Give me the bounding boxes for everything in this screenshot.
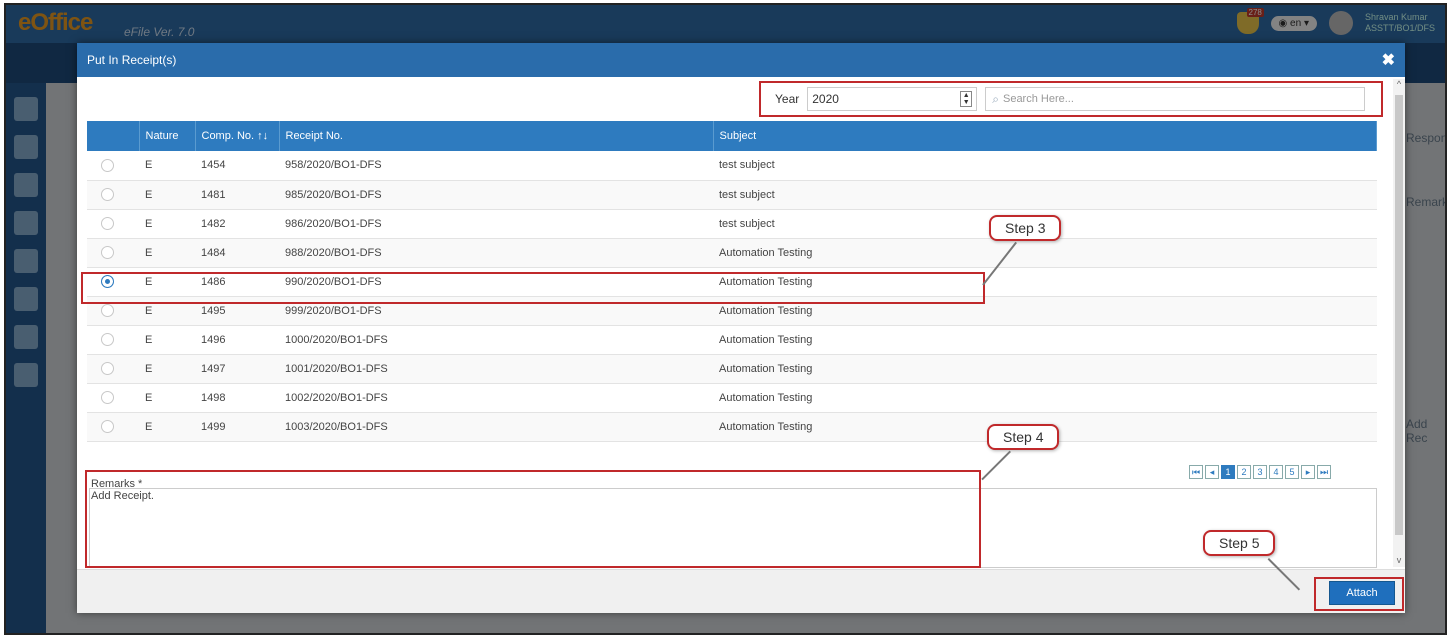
row-radio[interactable] (101, 217, 114, 230)
row-radio[interactable] (101, 158, 114, 172)
cell-subject: Automation Testing (713, 238, 1377, 268)
cell-subject: Automation Testing (713, 354, 1377, 384)
cell-receipt-no: 986/2020/BO1-DFS (279, 209, 713, 239)
col-subject[interactable]: Subject (713, 121, 1377, 151)
search-icon: ⌕ (992, 91, 999, 106)
cell-comp-no: 1484 (195, 238, 279, 268)
row-radio[interactable] (101, 304, 114, 317)
table-row[interactable]: E 1499 1003/2020/BO1-DFS Automation Testing (87, 412, 1377, 442)
cell-receipt-no: 1000/2020/BO1-DFS (279, 325, 713, 355)
table-row[interactable]: E 1496 1000/2020/BO1-DFS Automation Testing (87, 325, 1377, 355)
step3-callout: Step 3 (989, 215, 1062, 241)
cell-select (87, 151, 139, 181)
cell-receipt-no: 985/2020/BO1-DFS (279, 180, 713, 210)
cell-select (87, 180, 139, 210)
row-radio[interactable] (101, 246, 114, 259)
row-radio[interactable] (101, 362, 114, 375)
search-input[interactable]: ⌕ Search Here... (985, 87, 1366, 111)
page-4[interactable]: 4 (1269, 465, 1283, 479)
cell-comp-no: 1481 (195, 180, 279, 210)
cell-comp-no: 1498 (195, 383, 279, 413)
dialog-footer (77, 569, 1405, 613)
cell-nature: E (139, 412, 195, 442)
page-3[interactable]: 3 (1253, 465, 1267, 479)
cell-select (87, 354, 139, 384)
year-select[interactable]: 2020 ▲ ▼ (807, 87, 978, 111)
cell-receipt-no: 988/2020/BO1-DFS (279, 238, 713, 268)
cell-comp-no: 1496 (195, 325, 279, 355)
cell-nature: E (139, 180, 195, 210)
table-header-row: Nature Comp. No. ↑↓ Receipt No. Subject (87, 121, 1377, 151)
col-receipt-no[interactable]: Receipt No. (279, 121, 714, 151)
page-1[interactable]: 1 (1221, 465, 1235, 479)
table-row[interactable]: E 1481 985/2020/BO1-DFS test subject (87, 180, 1377, 210)
cell-receipt-no: 1002/2020/BO1-DFS (279, 383, 713, 413)
put-in-receipts-dialog: Put In Receipt(s) ✖ Year 2020 ▲ ▼ ⌕ Searc… (77, 43, 1405, 613)
table-row[interactable]: E 1497 1001/2020/BO1-DFS Automation Testing (87, 354, 1377, 384)
table-row[interactable]: E 1454 958/2020/BO1-DFS test subject (87, 151, 1377, 181)
cell-comp-no: 1497 (195, 354, 279, 384)
cell-nature: E (139, 238, 195, 268)
dialog-title-bar: Put In Receipt(s) ✖ (77, 43, 1405, 77)
pagination: ⏮ ◂ 1 2 3 4 5 ▸ ⏭ (1189, 465, 1331, 479)
remarks-value: Add Receipt. (91, 490, 154, 502)
close-icon[interactable]: ✖ (1382, 50, 1395, 70)
cell-receipt-no: 1001/2020/BO1-DFS (279, 354, 713, 384)
row-radio[interactable] (101, 333, 114, 346)
cell-receipt-no: 958/2020/BO1-DFS (279, 151, 713, 181)
cell-select (87, 209, 139, 239)
step4-callout: Step 4 (987, 424, 1060, 450)
dialog-scrollbar[interactable]: ^ v (1393, 79, 1405, 567)
cell-subject: test subject (713, 151, 1377, 181)
table-row[interactable]: E 1484 988/2020/BO1-DFS Automation Testing (87, 238, 1377, 268)
cell-receipt-no: 1003/2020/BO1-DFS (279, 412, 713, 442)
cell-select (87, 383, 139, 413)
chevron-up-icon[interactable]: ^ (1393, 79, 1405, 91)
dialog-title: Put In Receipt(s) (87, 53, 177, 67)
filter-row: Year 2020 ▲ ▼ ⌕ Search Here... (759, 81, 1383, 117)
last-page-icon[interactable]: ⏭ (1317, 465, 1331, 479)
row-radio[interactable] (101, 420, 114, 433)
spinner-icon[interactable]: ▲ ▼ (960, 91, 973, 107)
year-label: Year (775, 92, 800, 106)
cell-select (87, 238, 139, 268)
cell-select (87, 412, 139, 442)
screenshot-frame: eOffice eFile Ver. 7.0 278 ◉ en ▾ Shrava… (4, 3, 1447, 635)
row-radio[interactable] (101, 188, 114, 201)
col-nature[interactable]: Nature (139, 121, 196, 151)
step4-highlight: Remarks * Add Receipt. (85, 470, 981, 568)
scroll-thumb[interactable] (1395, 95, 1403, 535)
cell-subject: Automation Testing (713, 325, 1377, 355)
table-row[interactable]: E 1498 1002/2020/BO1-DFS Automation Testing (87, 383, 1377, 413)
cell-nature: E (139, 151, 195, 181)
attach-button[interactable]: Attach (1329, 581, 1395, 605)
year-value: 2020 (812, 92, 839, 106)
prev-page-icon[interactable]: ◂ (1205, 465, 1219, 479)
col-select (87, 121, 140, 151)
step3-highlight (81, 272, 985, 304)
page-5[interactable]: 5 (1285, 465, 1299, 479)
remarks-label: Remarks * (91, 478, 143, 490)
cell-nature: E (139, 383, 195, 413)
next-page-icon[interactable]: ▸ (1301, 465, 1315, 479)
cell-subject: test subject (713, 180, 1377, 210)
cell-comp-no: 1482 (195, 209, 279, 239)
step4-pointer (981, 450, 1011, 481)
table-row[interactable]: E 1482 986/2020/BO1-DFS test subject (87, 209, 1377, 239)
page-2[interactable]: 2 (1237, 465, 1251, 479)
step5-callout: Step 5 (1203, 530, 1276, 556)
cell-nature: E (139, 325, 195, 355)
cell-comp-no: 1499 (195, 412, 279, 442)
cell-subject: Automation Testing (713, 383, 1377, 413)
first-page-icon[interactable]: ⏮ (1189, 465, 1203, 479)
search-placeholder: Search Here... (1002, 93, 1074, 105)
cell-comp-no: 1454 (195, 151, 279, 181)
cell-nature: E (139, 354, 195, 384)
chevron-down-icon[interactable]: v (1393, 555, 1405, 567)
row-radio[interactable] (101, 391, 114, 404)
col-comp-no[interactable]: Comp. No. ↑↓ (195, 121, 280, 151)
cell-select (87, 325, 139, 355)
cell-nature: E (139, 209, 195, 239)
